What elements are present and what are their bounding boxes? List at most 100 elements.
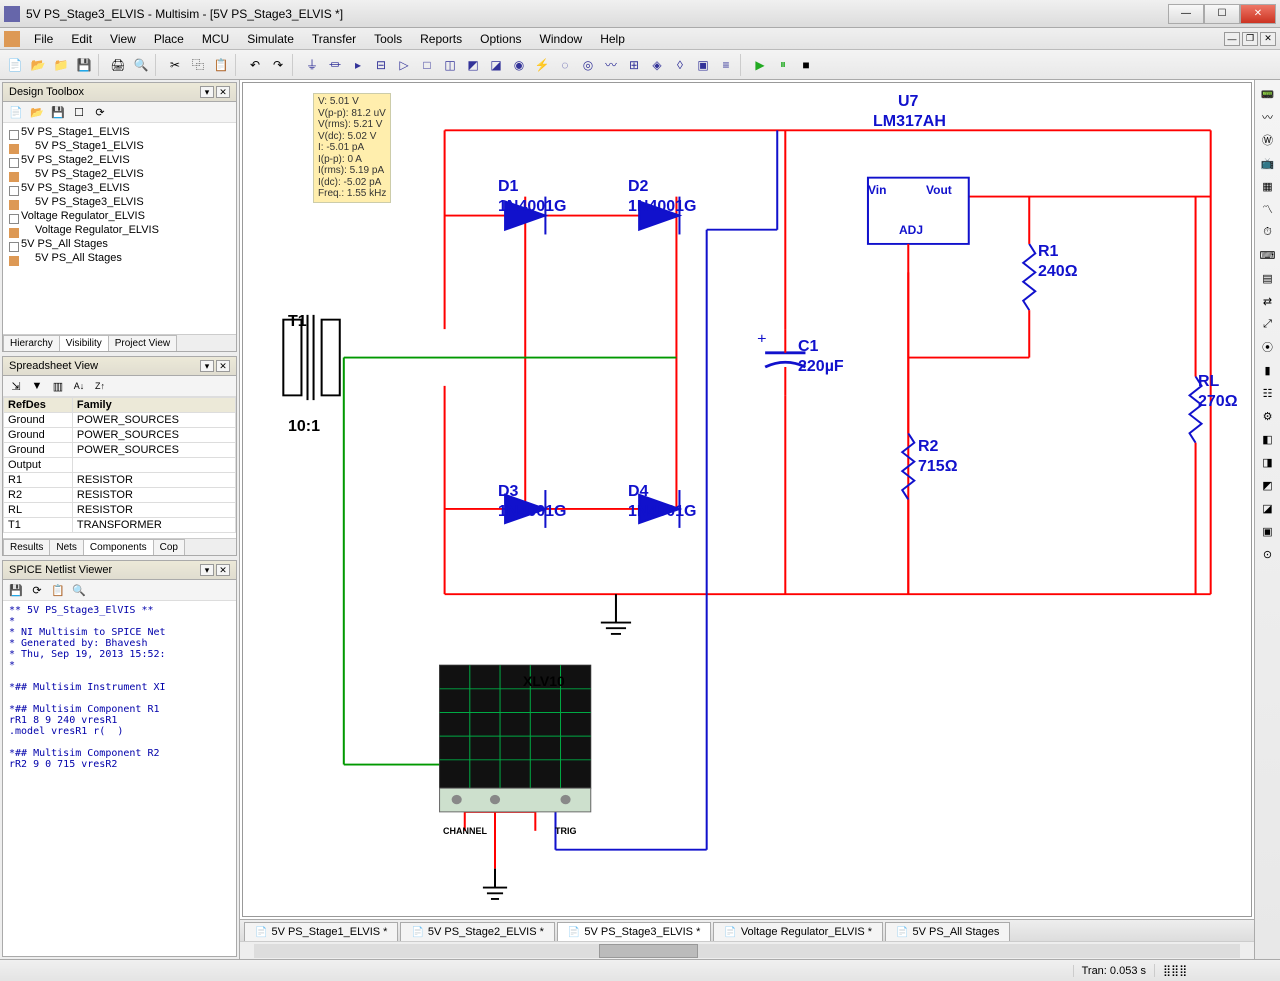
- place-mixed-button[interactable]: ◪: [485, 54, 507, 76]
- inst-bode-icon[interactable]: 〽: [1258, 199, 1278, 219]
- inst-funcgen-icon[interactable]: 〰: [1258, 107, 1278, 127]
- tab-visibility[interactable]: Visibility: [59, 335, 109, 351]
- inst-oscilloscope-icon[interactable]: 📺: [1258, 153, 1278, 173]
- tab-nets[interactable]: Nets: [49, 539, 84, 555]
- netlist-find-icon[interactable]: 🔍: [70, 582, 88, 598]
- spreadsheet-close-button[interactable]: ✕: [216, 360, 230, 372]
- document-tab[interactable]: 📄5V PS_Stage2_ELVIS *: [400, 922, 554, 941]
- inst-current-probe-icon[interactable]: ⊙: [1258, 544, 1278, 564]
- netlist-copy-icon[interactable]: 📋: [49, 582, 67, 598]
- col-family[interactable]: Family: [72, 398, 235, 413]
- new-button[interactable]: 📄: [4, 54, 26, 76]
- stop-button[interactable]: ■: [795, 54, 817, 76]
- maximize-button[interactable]: ☐: [1204, 4, 1240, 24]
- close-button[interactable]: ✕: [1240, 4, 1276, 24]
- netlist-dropdown-button[interactable]: ▾: [200, 564, 214, 576]
- table-row[interactable]: R1RESISTOR: [4, 473, 236, 488]
- inst-elvis-icon[interactable]: ▣: [1258, 521, 1278, 541]
- inst-freq-counter-icon[interactable]: ⏱: [1258, 222, 1278, 242]
- copy-button[interactable]: ⿻: [187, 54, 209, 76]
- panel-close-button[interactable]: ✕: [216, 86, 230, 98]
- table-row[interactable]: RLRESISTOR: [4, 503, 236, 518]
- inst-labview-icon[interactable]: ◪: [1258, 498, 1278, 518]
- place-ni-button[interactable]: ◈: [646, 54, 668, 76]
- inst-spectrum-icon[interactable]: ▮: [1258, 360, 1278, 380]
- mdi-close-button[interactable]: ✕: [1260, 32, 1276, 46]
- spreadsheet-dropdown-button[interactable]: ▾: [200, 360, 214, 372]
- inst-word-gen-icon[interactable]: ⌨: [1258, 245, 1278, 265]
- place-source-button[interactable]: ⏚: [301, 54, 323, 76]
- inst-logic-analyzer-icon[interactable]: ▤: [1258, 268, 1278, 288]
- tab-results[interactable]: Results: [3, 539, 50, 555]
- col-refdes[interactable]: RefDes: [4, 398, 73, 413]
- table-row[interactable]: T1TRANSFORMER: [4, 518, 236, 533]
- tab-cop[interactable]: Cop: [153, 539, 185, 555]
- document-tab[interactable]: 📄5V PS_All Stages: [885, 922, 1010, 941]
- tree-item[interactable]: 5V PS_Stage1_ELVIS: [7, 139, 232, 153]
- toolbox-new-icon[interactable]: 📄: [7, 104, 25, 120]
- netlist-refresh-icon[interactable]: ⟳: [28, 582, 46, 598]
- netlist-save-icon[interactable]: 💾: [7, 582, 25, 598]
- toolbox-save-icon[interactable]: 💾: [49, 104, 67, 120]
- menu-reports[interactable]: Reports: [412, 30, 470, 48]
- menu-file[interactable]: File: [26, 30, 61, 48]
- tree-item[interactable]: Voltage Regulator_ELVIS: [7, 209, 232, 223]
- inst-logic-converter-icon[interactable]: ⇄: [1258, 291, 1278, 311]
- place-power-button[interactable]: ⚡: [531, 54, 553, 76]
- inst-iv-icon[interactable]: ⤢: [1258, 314, 1278, 334]
- place-transistor-button[interactable]: ⊟: [370, 54, 392, 76]
- inst-ag-funcgen-icon[interactable]: ⚙: [1258, 406, 1278, 426]
- menu-view[interactable]: View: [102, 30, 144, 48]
- inst-wattmeter-icon[interactable]: Ⓦ: [1258, 130, 1278, 150]
- netlist-body[interactable]: ** 5V PS_Stage3_ElVIS ** * * NI Multisim…: [3, 601, 236, 956]
- place-ttl-button[interactable]: □: [416, 54, 438, 76]
- inst-multimeter-icon[interactable]: 📟: [1258, 84, 1278, 104]
- place-mcu-button[interactable]: ▣: [692, 54, 714, 76]
- place-basic-button[interactable]: ⏛: [324, 54, 346, 76]
- menu-mcu[interactable]: MCU: [194, 30, 237, 48]
- tree-item[interactable]: 5V PS_Stage2_ELVIS: [7, 167, 232, 181]
- place-electromech-button[interactable]: ⊞: [623, 54, 645, 76]
- place-cmos-button[interactable]: ◫: [439, 54, 461, 76]
- tree-item[interactable]: 5V PS_Stage2_ELVIS: [7, 153, 232, 167]
- inst-ag-scope-icon[interactable]: ◨: [1258, 452, 1278, 472]
- sheet-sort-asc-icon[interactable]: A↓: [70, 378, 88, 394]
- table-row[interactable]: Output: [4, 458, 236, 473]
- menu-options[interactable]: Options: [472, 30, 529, 48]
- inst-ag-multi-icon[interactable]: ◧: [1258, 429, 1278, 449]
- tree-item[interactable]: 5V PS_Stage1_ELVIS: [7, 125, 232, 139]
- menu-window[interactable]: Window: [532, 30, 591, 48]
- print-preview-button[interactable]: 🔍: [130, 54, 152, 76]
- menu-transfer[interactable]: Transfer: [304, 30, 364, 48]
- place-connector-button[interactable]: ◊: [669, 54, 691, 76]
- place-diode-button[interactable]: ▸: [347, 54, 369, 76]
- sheet-export-icon[interactable]: ⇲: [7, 378, 25, 394]
- tree-item[interactable]: 5V PS_Stage3_ELVIS: [7, 195, 232, 209]
- inst-distortion-icon[interactable]: ⦿: [1258, 337, 1278, 357]
- toolbox-props-icon[interactable]: ☐: [70, 104, 88, 120]
- place-misc-button[interactable]: ◌: [554, 54, 576, 76]
- design-tree[interactable]: 5V PS_Stage1_ELVIS5V PS_Stage1_ELVIS5V P…: [3, 123, 236, 334]
- place-misc-digital-button[interactable]: ◩: [462, 54, 484, 76]
- run-button[interactable]: ▶: [749, 54, 771, 76]
- minimize-button[interactable]: —: [1168, 4, 1204, 24]
- tree-item[interactable]: 5V PS_Stage3_ELVIS: [7, 181, 232, 195]
- pause-button[interactable]: ⏸: [772, 54, 794, 76]
- inst-tek-scope-icon[interactable]: ◩: [1258, 475, 1278, 495]
- menu-help[interactable]: Help: [592, 30, 633, 48]
- place-indicator-button[interactable]: ◉: [508, 54, 530, 76]
- place-bus-button[interactable]: ≡: [715, 54, 737, 76]
- inst-network-icon[interactable]: ☷: [1258, 383, 1278, 403]
- document-tab[interactable]: 📄5V PS_Stage1_ELVIS *: [244, 922, 398, 941]
- schematic-canvas[interactable]: V: 5.01 VV(p-p): 81.2 uVV(rms): 5.21 VV(…: [242, 82, 1252, 917]
- tree-item[interactable]: 5V PS_All Stages: [7, 237, 232, 251]
- cut-button[interactable]: ✂: [164, 54, 186, 76]
- table-row[interactable]: GroundPOWER_SOURCES: [4, 413, 236, 428]
- table-row[interactable]: GroundPOWER_SOURCES: [4, 443, 236, 458]
- document-tab[interactable]: 📄5V PS_Stage3_ELVIS *: [557, 922, 711, 941]
- open-samples-button[interactable]: 📁: [50, 54, 72, 76]
- hscrollbar[interactable]: [254, 944, 1240, 958]
- document-tab[interactable]: 📄Voltage Regulator_ELVIS *: [713, 922, 883, 941]
- netlist-close-button[interactable]: ✕: [216, 564, 230, 576]
- save-button[interactable]: 💾: [73, 54, 95, 76]
